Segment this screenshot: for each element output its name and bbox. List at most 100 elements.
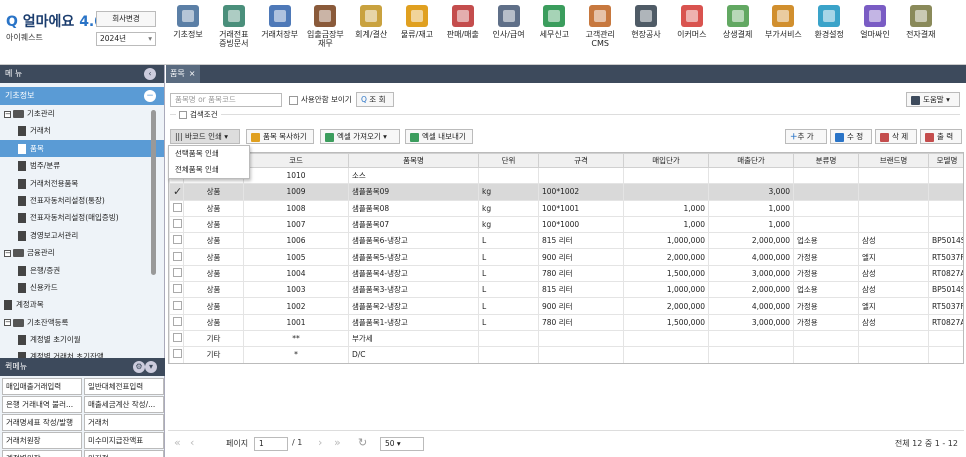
checkbox[interactable] bbox=[173, 219, 182, 229]
dropdown-item-all-print[interactable]: 전체품목 인쇄 bbox=[169, 162, 249, 178]
prev-page-icon[interactable]: ‹ bbox=[190, 437, 194, 449]
row-checkbox-cell[interactable] bbox=[169, 199, 184, 217]
quick-menu-item[interactable]: 거래명세표 작성/발행 bbox=[2, 414, 82, 431]
table-row[interactable]: 상품 1008 샘플품목08 kg 100*1001 1,000 1,000 bbox=[169, 199, 963, 217]
quick-menu-item[interactable]: 은행 거래내역 불러... bbox=[2, 396, 82, 413]
column-header[interactable]: 규격 bbox=[538, 153, 624, 168]
add-button[interactable]: ＋추 가 bbox=[785, 129, 827, 144]
column-header[interactable]: 모델명 bbox=[928, 153, 963, 168]
sidebar-item[interactable]: 계정과목 bbox=[0, 296, 164, 313]
table-row[interactable]: 기타 ** 부가세 bbox=[169, 329, 963, 348]
collapse-left-icon[interactable]: ‹ bbox=[144, 68, 156, 80]
unused-toggle[interactable]: 사용안함 보이기 bbox=[289, 94, 352, 106]
checkbox[interactable] bbox=[173, 349, 182, 359]
checkbox[interactable] bbox=[289, 95, 298, 105]
checkbox[interactable] bbox=[173, 202, 182, 212]
row-checkbox-cell[interactable] bbox=[169, 248, 184, 266]
row-checkbox-cell[interactable] bbox=[169, 215, 184, 234]
table-row[interactable]: 상품 1002 샘플품목2-냉장고 L 900 리터 2,000,000 4,000,000… bbox=[169, 297, 963, 315]
page-input[interactable]: 1 bbox=[254, 437, 288, 451]
quick-menu-item[interactable]: 일반대체전표입력 bbox=[84, 378, 164, 395]
table-row[interactable]: 상품1010소스 bbox=[169, 166, 963, 185]
row-checkbox-cell[interactable] bbox=[169, 281, 184, 299]
row-checkbox-cell[interactable] bbox=[169, 346, 184, 363]
quick-menu-item[interactable]: 거래처 bbox=[84, 414, 164, 431]
toolbar-item[interactable]: 거래처장부 bbox=[258, 5, 302, 60]
table-row[interactable]: 상품 1006 샘플품목6-냉장고 L 815 리터 1,000,000 2,000,000… bbox=[169, 232, 963, 250]
column-header[interactable]: 브랜드명 bbox=[858, 153, 929, 168]
sidebar-item[interactable]: 은행/증권 bbox=[0, 262, 164, 279]
table-row[interactable]: ✓ 상품 1009 샘플품목09 kg 100*1002 3,000 bbox=[169, 183, 963, 201]
table-row[interactable]: 기타 * D/C bbox=[169, 346, 963, 363]
search-input[interactable]: 품목명 or 품목코드 bbox=[170, 93, 282, 107]
row-checkbox-cell[interactable] bbox=[169, 264, 184, 283]
sidebar-item[interactable]: 품목 bbox=[0, 139, 164, 158]
row-checkbox-cell[interactable]: ✓ bbox=[169, 183, 184, 201]
column-header[interactable]: 매입단가 bbox=[623, 153, 709, 168]
checkbox[interactable] bbox=[173, 267, 182, 277]
quick-menu-item[interactable]: 매입매출거래입력 bbox=[2, 378, 82, 395]
quick-menu-item[interactable]: 거래처원장 bbox=[2, 432, 82, 449]
copy-item-button[interactable]: 품목 복사하기 bbox=[246, 129, 314, 144]
excel-export-button[interactable]: 엑셀 내보내기 bbox=[405, 129, 473, 144]
quick-menu-item[interactable]: 매출세금계산 작성/... bbox=[84, 396, 164, 413]
sidebar-item[interactable]: 계정별 초기이월 bbox=[0, 331, 164, 348]
edit-button[interactable]: 수 정 bbox=[830, 129, 872, 144]
toolbar-item[interactable]: 상생결제 bbox=[716, 5, 760, 60]
minus-icon[interactable]: − bbox=[4, 249, 11, 257]
row-checkbox-cell[interactable] bbox=[169, 297, 184, 315]
table-row[interactable]: 상품 1004 샘플품목4-냉장고 L 780 리터 1,500,000 3,000,000… bbox=[169, 264, 963, 283]
toolbar-item[interactable]: 현장공사 bbox=[624, 5, 668, 60]
checkbox[interactable] bbox=[173, 300, 182, 310]
conditions-toggle[interactable]: 검색조건 bbox=[176, 110, 221, 120]
last-page-icon[interactable]: » bbox=[334, 437, 341, 449]
sidebar-item[interactable]: 전표자동처리설정(통장) bbox=[0, 192, 164, 209]
column-header[interactable]: 분류명 bbox=[793, 153, 859, 168]
row-checkbox-cell[interactable] bbox=[169, 313, 184, 331]
year-select[interactable]: 2024년 ▾ bbox=[96, 32, 156, 46]
toolbar-item[interactable]: 기초정보 bbox=[166, 5, 210, 60]
checkbox[interactable] bbox=[173, 333, 182, 343]
toolbar-item[interactable]: 부가서비스 bbox=[761, 5, 805, 60]
sidebar-item[interactable]: − 기초관리 bbox=[0, 105, 164, 122]
checkbox[interactable] bbox=[173, 251, 182, 261]
sidebar-item[interactable]: 전표자동처리설정(매입증빙) bbox=[0, 209, 164, 226]
row-checkbox-cell[interactable] bbox=[169, 232, 184, 250]
refresh-icon[interactable]: ↻ bbox=[358, 437, 367, 449]
quick-menu-item[interactable]: 미수미지급잔액표 bbox=[84, 432, 164, 449]
quick-menu-item[interactable]: 미지정 bbox=[84, 450, 164, 457]
toolbar-item[interactable]: 판매/매출 bbox=[441, 5, 485, 60]
minus-icon[interactable]: − bbox=[4, 110, 11, 118]
quick-menu-item[interactable]: 계정별원장 bbox=[2, 450, 82, 457]
page-size-select[interactable]: 50 ▾ bbox=[380, 437, 424, 451]
checkbox[interactable] bbox=[173, 235, 182, 245]
checkbox[interactable] bbox=[173, 316, 182, 326]
column-header[interactable]: 품목명 bbox=[348, 153, 479, 168]
checkbox[interactable] bbox=[179, 111, 187, 119]
column-header[interactable]: 코드 bbox=[243, 153, 349, 168]
toolbar-item[interactable]: 인사/급여 bbox=[487, 5, 531, 60]
sidebar-item[interactable]: 범주/분류 bbox=[0, 157, 164, 174]
help-button[interactable]: 도움말 ▾ bbox=[906, 92, 960, 107]
dropdown-item-selected-print[interactable]: 선택품목 인쇄 bbox=[169, 146, 249, 162]
check-icon[interactable]: ✓ bbox=[173, 185, 182, 198]
toolbar-item[interactable]: 고객관리 CMS bbox=[578, 5, 622, 60]
table-row[interactable]: 상품 1003 샘플품목3-냉장고 L 815 리터 1,000,000 2,000,000… bbox=[169, 281, 963, 299]
column-header[interactable]: 단위 bbox=[478, 153, 539, 168]
sidebar-item[interactable]: − 금융관리 bbox=[0, 244, 164, 261]
table-row[interactable]: 상품 1007 샘플품목07 kg 100*1000 1,000 1,000 bbox=[169, 215, 963, 234]
toolbar-item[interactable]: 입출금장부 재무 bbox=[303, 5, 347, 60]
delete-button[interactable]: 삭 제 bbox=[875, 129, 917, 144]
toolbar-item[interactable]: 세무신고 bbox=[532, 5, 576, 60]
toolbar-item[interactable]: 얼마싸인 bbox=[853, 5, 897, 60]
next-page-icon[interactable]: › bbox=[318, 437, 322, 449]
minus-icon[interactable]: − bbox=[4, 319, 11, 327]
print-button[interactable]: 출 력 bbox=[920, 129, 962, 144]
close-icon[interactable]: × bbox=[189, 69, 196, 78]
gear-icon[interactable]: ⚙ bbox=[133, 361, 145, 373]
excel-import-button[interactable]: 엑셀 가져오기 ▾ bbox=[320, 129, 400, 144]
sidebar-item[interactable]: 거래처전용품목 bbox=[0, 175, 164, 192]
table-row[interactable]: 상품 1001 샘플품목1-냉장고 L 780 리터 1,500,000 3,000,000… bbox=[169, 313, 963, 331]
sidebar-item[interactable]: 신용카드 bbox=[0, 279, 164, 296]
table-row[interactable]: 상품 1005 샘플품목5-냉장고 L 900 리터 2,000,000 4,000,000… bbox=[169, 248, 963, 266]
